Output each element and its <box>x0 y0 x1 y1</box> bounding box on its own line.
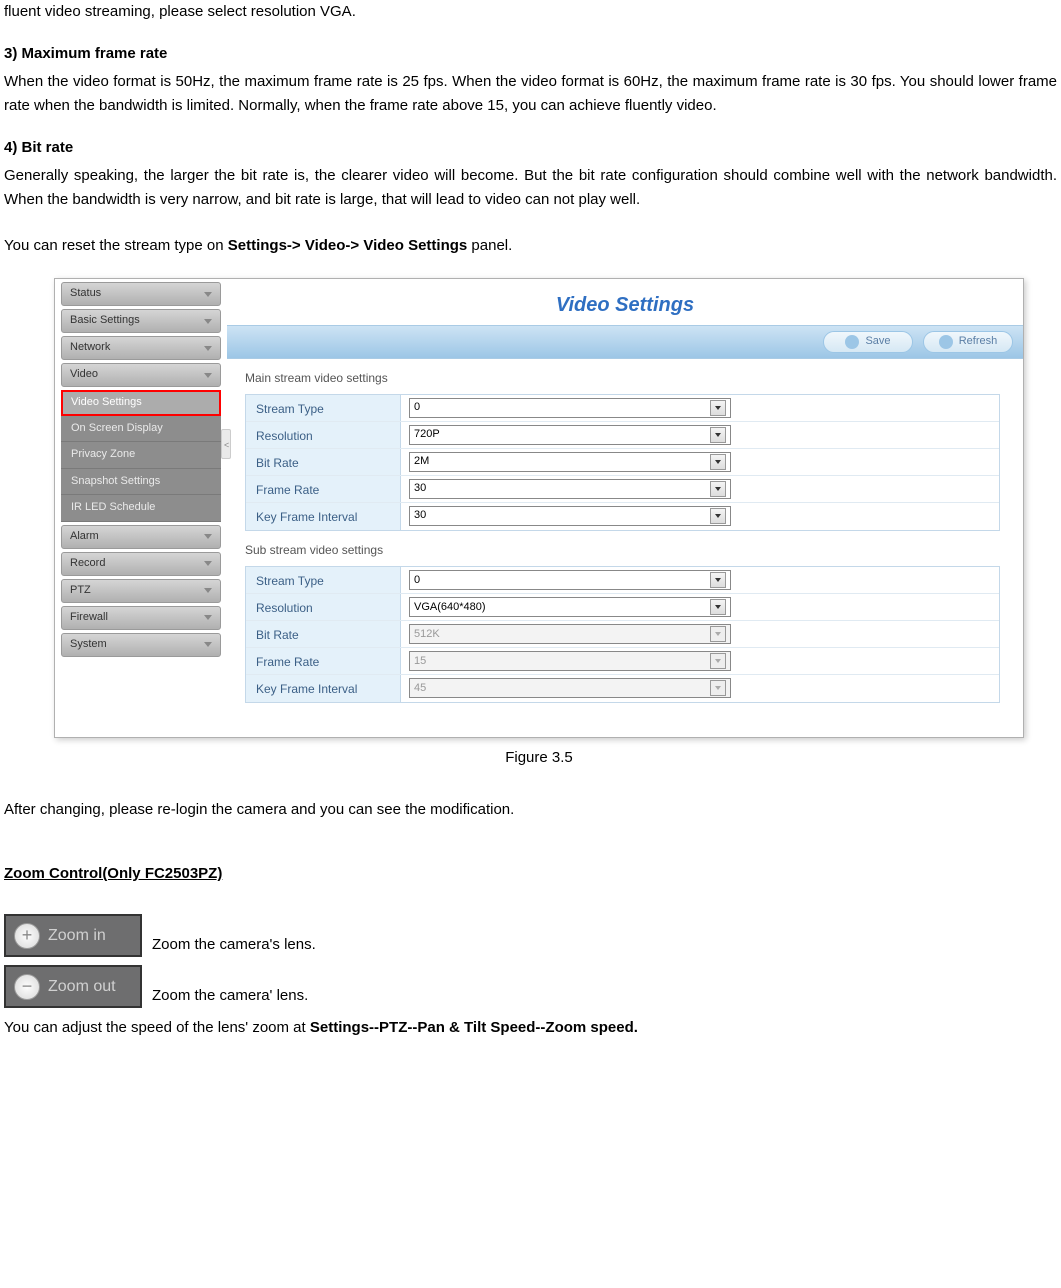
zoom-in-row: + Zoom in Zoom the camera's lens. <box>4 914 1057 957</box>
zoom-control-heading: Zoom Control(Only FC2503PZ) <box>4 862 1057 886</box>
zoom-out-button[interactable]: − Zoom out <box>4 965 142 1008</box>
sub-stream-table: Stream Type0 ResolutionVGA(640*480) Bit … <box>245 566 1000 703</box>
after-change-line: After changing, please re-login the came… <box>4 798 1057 822</box>
settings-sidebar: Status Basic Settings Network Video Vide… <box>55 279 227 737</box>
table-row: Bit Rate2M <box>246 449 999 476</box>
chevron-down-icon <box>204 642 212 647</box>
table-row: Key Frame Interval30 <box>246 503 999 530</box>
sidebar-item-network[interactable]: Network <box>61 336 221 360</box>
bitrate-select[interactable]: 2M <box>409 452 731 472</box>
table-row: Key Frame Interval45 <box>246 675 999 702</box>
main-stream-table: Stream Type0 Resolution720P Bit Rate2M F… <box>245 394 1000 531</box>
sub-stream-label: Sub stream video settings <box>227 531 1023 566</box>
table-row: Frame Rate30 <box>246 476 999 503</box>
table-row: Bit Rate512K <box>246 621 999 648</box>
sidebar-sub-privacy-zone[interactable]: Privacy Zone <box>61 442 221 469</box>
sidebar-sub-ir-led-schedule[interactable]: IR LED Schedule <box>61 495 221 522</box>
chevron-down-icon <box>710 427 726 443</box>
settings-main-area: Video Settings Save Refresh Main stream … <box>227 279 1023 737</box>
sidebar-item-video[interactable]: Video <box>61 363 221 387</box>
intro-paragraph: fluent video streaming, please select re… <box>4 0 1057 24</box>
zoom-speed-line: You can adjust the speed of the lens' zo… <box>4 1016 1057 1040</box>
figure-3-5: Status Basic Settings Network Video Vide… <box>54 278 1024 770</box>
action-bar: Save Refresh <box>227 325 1023 359</box>
reset-line: You can reset the stream type on Setting… <box>4 234 1057 258</box>
stream-type-select[interactable]: 0 <box>409 398 731 418</box>
zoom-in-description: Zoom the camera's lens. <box>152 933 316 957</box>
sub-resolution-select[interactable]: VGA(640*480) <box>409 597 731 617</box>
title-band: Video Settings <box>227 279 1023 325</box>
zoom-out-description: Zoom the camera' lens. <box>152 984 308 1008</box>
table-row: Stream Type0 <box>246 567 999 594</box>
sidebar-item-basic-settings[interactable]: Basic Settings <box>61 309 221 333</box>
resolution-select[interactable]: 720P <box>409 425 731 445</box>
zoom-out-row: − Zoom out Zoom the camera' lens. <box>4 965 1057 1008</box>
sidebar-item-record[interactable]: Record <box>61 552 221 576</box>
sub-framerate-select: 15 <box>409 651 731 671</box>
keyframe-select[interactable]: 30 <box>409 506 731 526</box>
sidebar-item-firewall[interactable]: Firewall <box>61 606 221 630</box>
refresh-icon <box>939 335 953 349</box>
chevron-down-icon <box>204 615 212 620</box>
main-stream-label: Main stream video settings <box>227 359 1023 394</box>
video-settings-panel: Status Basic Settings Network Video Vide… <box>54 278 1024 738</box>
table-row: Resolution720P <box>246 422 999 449</box>
chevron-down-icon <box>204 319 212 324</box>
chevron-down-icon <box>710 572 726 588</box>
chevron-down-icon <box>710 680 726 696</box>
chevron-down-icon <box>710 653 726 669</box>
chevron-down-icon <box>204 588 212 593</box>
zoom-out-label: Zoom out <box>48 974 116 1000</box>
chevron-down-icon <box>204 346 212 351</box>
chevron-down-icon <box>204 534 212 539</box>
minus-icon: − <box>14 974 40 1000</box>
chevron-down-icon <box>710 626 726 642</box>
figure-caption: Figure 3.5 <box>54 746 1024 770</box>
table-row: Stream Type0 <box>246 395 999 422</box>
chevron-down-icon <box>710 481 726 497</box>
sidebar-item-alarm[interactable]: Alarm <box>61 525 221 549</box>
sub-stream-type-select[interactable]: 0 <box>409 570 731 590</box>
page-title: Video Settings <box>556 294 694 316</box>
chevron-down-icon <box>710 454 726 470</box>
chevron-down-icon <box>710 599 726 615</box>
sidebar-collapse-toggle[interactable] <box>221 429 231 459</box>
sidebar-sub-snapshot-settings[interactable]: Snapshot Settings <box>61 469 221 496</box>
refresh-button[interactable]: Refresh <box>923 331 1013 353</box>
framerate-select[interactable]: 30 <box>409 479 731 499</box>
table-row: Frame Rate15 <box>246 648 999 675</box>
section4-body: Generally speaking, the larger the bit r… <box>4 164 1057 212</box>
chevron-down-icon <box>204 561 212 566</box>
sidebar-item-ptz[interactable]: PTZ <box>61 579 221 603</box>
chevron-down-icon <box>710 508 726 524</box>
section3-heading: 3) Maximum frame rate <box>4 42 1057 66</box>
sidebar-sub-video-settings[interactable]: Video Settings <box>61 390 221 416</box>
table-row: ResolutionVGA(640*480) <box>246 594 999 621</box>
sub-bitrate-select: 512K <box>409 624 731 644</box>
plus-icon: + <box>14 923 40 949</box>
save-button[interactable]: Save <box>823 331 913 353</box>
sidebar-item-status[interactable]: Status <box>61 282 221 306</box>
sub-keyframe-select: 45 <box>409 678 731 698</box>
zoom-in-button[interactable]: + Zoom in <box>4 914 142 957</box>
sidebar-item-system[interactable]: System <box>61 633 221 657</box>
save-icon <box>845 335 859 349</box>
sidebar-sub-osd[interactable]: On Screen Display <box>61 416 221 443</box>
chevron-down-icon <box>204 373 212 378</box>
chevron-down-icon <box>710 400 726 416</box>
section4-heading: 4) Bit rate <box>4 136 1057 160</box>
zoom-in-label: Zoom in <box>48 923 106 949</box>
section3-body: When the video format is 50Hz, the maxim… <box>4 70 1057 118</box>
chevron-down-icon <box>204 292 212 297</box>
